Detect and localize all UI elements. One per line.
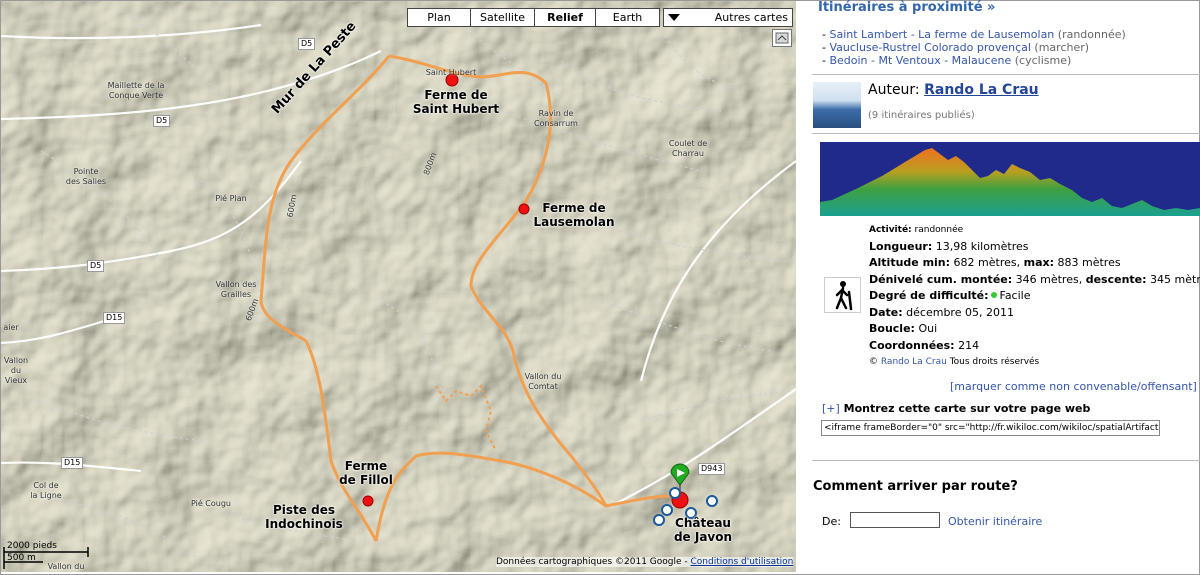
activity-label: Activité: bbox=[869, 225, 912, 235]
difficulty-dot-icon bbox=[990, 292, 997, 298]
road-shield: D943 bbox=[698, 463, 726, 475]
length-label: Longueur: bbox=[869, 239, 933, 253]
map-view[interactable]: Plan Satellite Relief Earth Autres carte… bbox=[1, 1, 796, 572]
hiker-icon bbox=[824, 277, 861, 313]
list-item: - Saint Lambert - La ferme de Lausemolan… bbox=[822, 28, 1126, 41]
poi-chateau-javon: Château de Javon bbox=[673, 516, 733, 544]
route-details: Activité: randonnée Longueur: 13,98 kilo… bbox=[869, 222, 1200, 371]
author-link[interactable]: Rando La Crau bbox=[924, 82, 1039, 98]
alt-min-value: 682 mètres, bbox=[953, 256, 1021, 269]
uphill-value: 346 mètres, bbox=[1015, 272, 1083, 286]
embed-code-field[interactable]: <iframe frameBorder="0" src="http://fr.w… bbox=[821, 420, 1160, 436]
more-maps-dropdown[interactable]: Autres cartes bbox=[663, 8, 793, 27]
divider bbox=[812, 74, 1200, 75]
map-copyright-text: Données cartographiques ©2011 Google - bbox=[496, 557, 688, 567]
place-label: Pointe des Salies bbox=[65, 167, 107, 186]
loop-value: Oui bbox=[918, 322, 938, 335]
terms-link[interactable]: Conditions d'utilisation bbox=[691, 557, 794, 567]
scale-metric: 500 m bbox=[7, 553, 36, 563]
author-line: Auteur: Rando La Crau bbox=[868, 82, 1039, 98]
route-title: Comment arriver par route? bbox=[813, 479, 1018, 494]
road-shield: D5 bbox=[298, 38, 316, 50]
poi-piste-indochinois: Piste des Indochinois bbox=[265, 503, 343, 531]
poi-ferme-saint-hubert: Ferme de Saint Hubert bbox=[412, 88, 500, 116]
copyright-symbol: © bbox=[869, 357, 878, 367]
coords-label: Coordonnées: bbox=[869, 338, 955, 352]
embed-expand-button[interactable]: [+] bbox=[822, 402, 840, 415]
downhill-value: 345 mètres bbox=[1150, 272, 1200, 286]
alt-max-value: 883 mètres bbox=[1057, 256, 1121, 269]
poi-ferme-fillol: Ferme de Fillol bbox=[339, 459, 393, 487]
road-shield: D5 bbox=[87, 260, 105, 272]
scale-labels: 2000 pieds 500 m bbox=[7, 541, 57, 563]
chevron-down-icon bbox=[668, 14, 680, 21]
scale-imperial: 2000 pieds bbox=[7, 541, 57, 551]
place-label: Coulet de Charrau bbox=[668, 139, 708, 158]
place-label: Col de la Ligne bbox=[30, 481, 62, 500]
road-shield: D15 bbox=[61, 457, 84, 469]
nearby-routes-list: - Saint Lambert - La ferme de Lausemolan… bbox=[822, 28, 1126, 67]
nearby-route-activity: (marcher) bbox=[1034, 41, 1090, 54]
uphill-label: Dénivelé cum. montée: bbox=[869, 272, 1013, 286]
from-input[interactable] bbox=[850, 512, 940, 528]
length-value: 13,98 kilomètres bbox=[935, 239, 1029, 253]
map-type-plan[interactable]: Plan bbox=[407, 8, 471, 27]
list-item: - Vaucluse-Rustrel Colorado provençal (m… bbox=[822, 41, 1090, 54]
from-label: De: bbox=[822, 515, 841, 528]
difficulty-value: Facile bbox=[999, 289, 1031, 302]
date-value: décembre 05, 2011 bbox=[906, 305, 1014, 319]
divider bbox=[812, 460, 1200, 461]
place-label: Pié Cougu bbox=[190, 499, 232, 508]
road-shield: D15 bbox=[103, 312, 126, 324]
embed-title: [+] Montrez cette carte sur votre page w… bbox=[822, 402, 1090, 415]
place-label: Vallon des Grailles bbox=[215, 280, 257, 299]
activity-value: randonnée bbox=[914, 225, 964, 235]
nearby-route-link[interactable]: Bedoin - Mt Ventoux - Malaucene bbox=[829, 54, 1011, 67]
place-label: Ravin de Consarrum bbox=[534, 109, 578, 128]
place-label: Saint Hubert bbox=[425, 68, 477, 77]
copyright-author-link[interactable]: Rando La Crau bbox=[881, 357, 947, 367]
poi-ferme-lausemolan: Ferme de Lausemolan bbox=[533, 201, 615, 229]
place-label: Pié Plan bbox=[215, 194, 247, 203]
place-label: Maillette de la Conque Verte bbox=[107, 81, 165, 100]
downhill-label: descente: bbox=[1085, 272, 1147, 286]
alt-min-label: Altitude min: bbox=[869, 256, 951, 269]
map-type-earth[interactable]: Earth bbox=[595, 8, 660, 27]
more-maps-label: Autres cartes bbox=[714, 11, 788, 24]
place-label: aier bbox=[3, 323, 19, 332]
place-label: Vallon du bbox=[47, 562, 85, 571]
road-shield: D5 bbox=[153, 115, 171, 127]
coords-value: 214 bbox=[958, 338, 980, 352]
date-label: Date: bbox=[869, 305, 903, 319]
marker-fillol[interactable] bbox=[362, 495, 374, 507]
layers-icon[interactable] bbox=[772, 29, 792, 47]
map-copyright: Données cartographiques ©2011 Google - C… bbox=[496, 557, 794, 567]
alt-max-label: max: bbox=[1023, 256, 1054, 269]
nearby-routes-title[interactable]: Itinéraires à proximité » bbox=[818, 0, 995, 15]
divider bbox=[812, 133, 1200, 134]
author-route-count: (9 itinéraires publiés) bbox=[868, 110, 975, 121]
author-avatar[interactable] bbox=[813, 82, 861, 128]
author-label: Auteur: bbox=[868, 82, 920, 98]
loop-label: Boucle: bbox=[869, 322, 915, 335]
place-label: Vallon du Vieux bbox=[3, 356, 29, 385]
get-route-link[interactable]: Obtenir itinéraire bbox=[948, 515, 1042, 528]
rights-text: Tous droits réservés bbox=[949, 357, 1040, 367]
place-label: Vallon du Comtat bbox=[524, 372, 562, 391]
elevation-profile[interactable] bbox=[820, 142, 1200, 216]
nearby-route-activity: (randonnée) bbox=[1057, 28, 1126, 41]
embed-title-text: Montrez cette carte sur votre page web bbox=[843, 402, 1091, 415]
nearby-route-link[interactable]: Saint Lambert - La ferme de Lausemolan bbox=[829, 28, 1054, 41]
map-type-relief[interactable]: Relief bbox=[534, 8, 596, 27]
nearby-route-activity: (cyclisme) bbox=[1014, 54, 1072, 67]
map-type-satellite[interactable]: Satellite bbox=[470, 8, 535, 27]
report-link[interactable]: [marquer comme non convenable/offensant] bbox=[950, 380, 1197, 393]
nearby-route-link[interactable]: Vaucluse-Rustrel Colorado provençal bbox=[829, 41, 1030, 54]
route-info-panel: Itinéraires à proximité » - Saint Lamber… bbox=[808, 0, 1200, 575]
list-item: - Bedoin - Mt Ventoux - Malaucene (cycli… bbox=[822, 54, 1072, 67]
difficulty-label: Degré de difficulté: bbox=[869, 289, 989, 302]
